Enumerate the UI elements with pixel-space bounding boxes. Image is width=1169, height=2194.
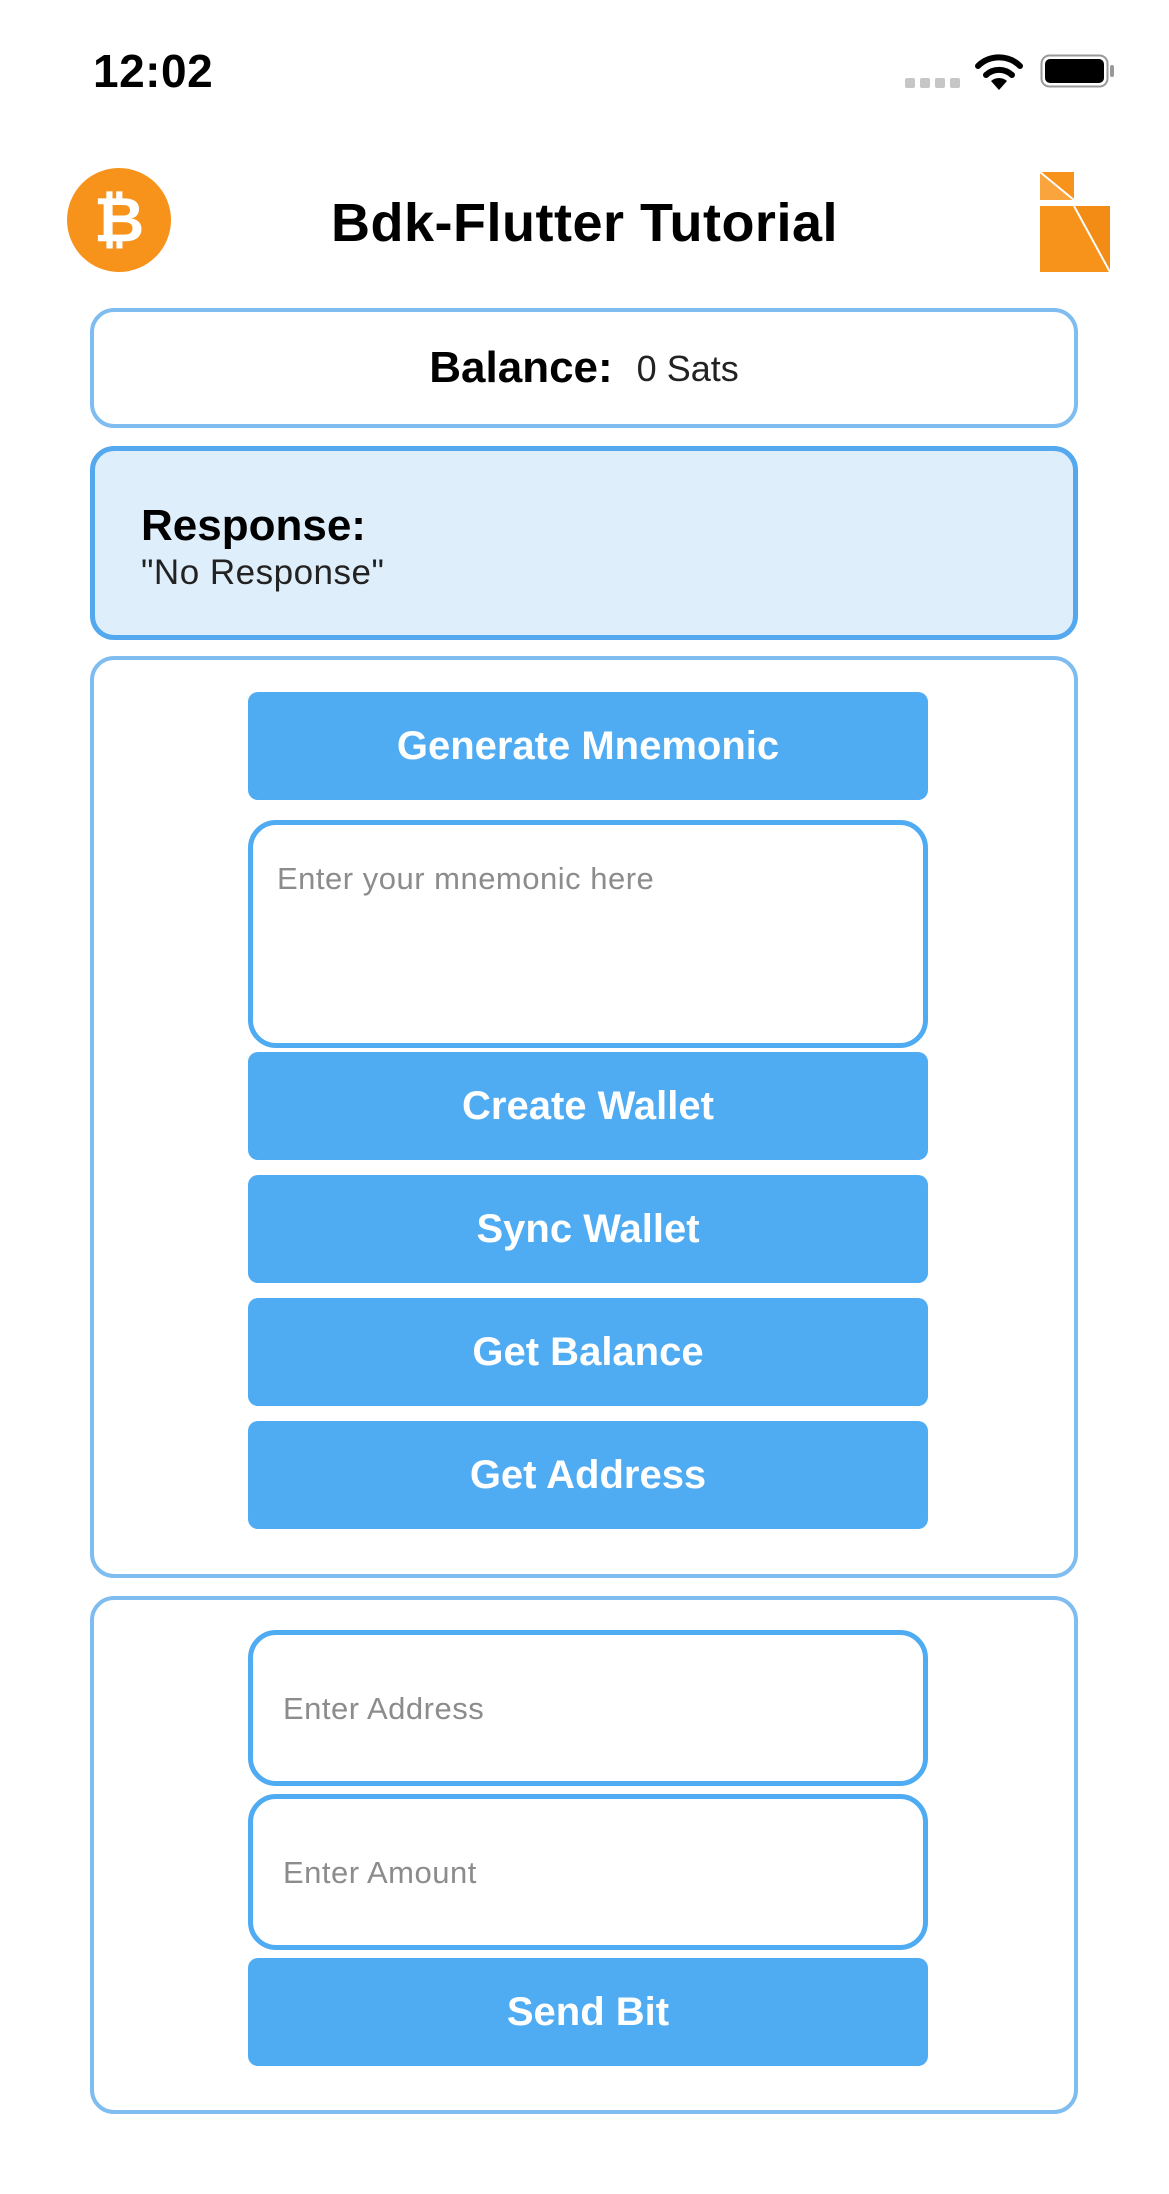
create-wallet-button[interactable]: Create Wallet xyxy=(248,1052,928,1160)
generate-mnemonic-button[interactable]: Generate Mnemonic xyxy=(248,692,928,800)
wallet-actions-card: Generate Mnemonic Enter your mnemonic he… xyxy=(90,656,1078,1578)
balance-label: Balance: xyxy=(429,343,613,392)
mnemonic-input[interactable]: Enter your mnemonic here xyxy=(248,820,928,1048)
mnemonic-placeholder: Enter your mnemonic here xyxy=(277,861,655,896)
address-input[interactable]: Enter Address xyxy=(248,1630,928,1786)
balance-card: Balance: 0 Sats xyxy=(90,308,1078,428)
amount-placeholder: Enter Amount xyxy=(283,1855,477,1890)
sync-wallet-button[interactable]: Sync Wallet xyxy=(248,1175,928,1283)
amount-input[interactable]: Enter Amount xyxy=(248,1794,928,1950)
page-title: Bdk-Flutter Tutorial xyxy=(331,193,838,253)
status-time: 12:02 xyxy=(93,45,214,97)
cellular-signal-icon xyxy=(905,78,961,88)
send-card: Enter Address Enter Amount Send Bit xyxy=(90,1596,1078,2114)
address-placeholder: Enter Address xyxy=(283,1691,485,1726)
get-address-button[interactable]: Get Address xyxy=(248,1421,928,1529)
send-bit-button[interactable]: Send Bit xyxy=(248,1958,928,2066)
balance-value: 0 Sats xyxy=(636,348,739,389)
bdk-logo-icon xyxy=(1039,171,1110,273)
get-balance-button[interactable]: Get Balance xyxy=(248,1298,928,1406)
wifi-icon xyxy=(975,54,1023,90)
response-card: Response: "No Response" xyxy=(90,446,1078,640)
response-label: Response: xyxy=(141,501,366,550)
battery-icon xyxy=(1040,54,1114,88)
response-value: "No Response" xyxy=(141,553,385,592)
